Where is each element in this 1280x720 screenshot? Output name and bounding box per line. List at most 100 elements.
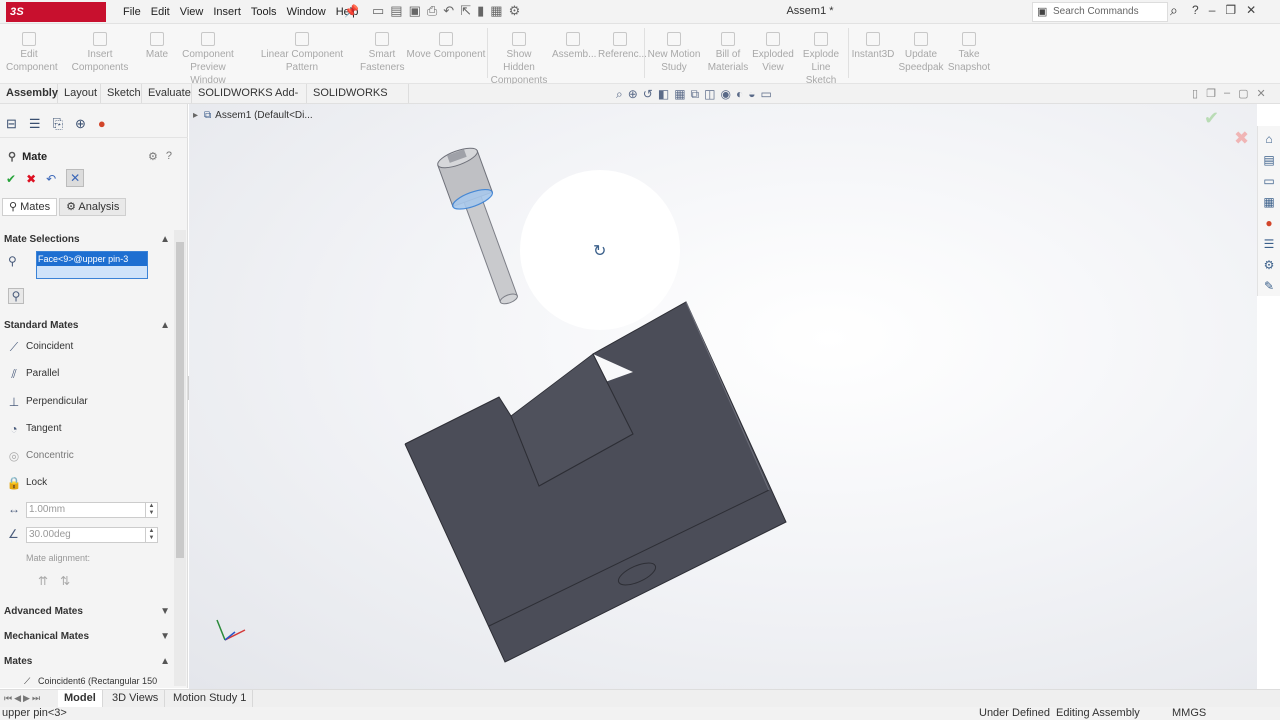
tab-3d-views[interactable]: 3D Views <box>106 690 166 707</box>
coincident-mate-button[interactable]: ⟋ Coincident <box>6 337 166 357</box>
distance-input[interactable]: 1.00mm ▲ ▼ <box>26 502 158 518</box>
solidworks-resources-icon[interactable]: ⚙ <box>1262 258 1276 272</box>
feature-manager-tab-icon[interactable]: ⊟ <box>6 116 17 137</box>
configuration-manager-tab-icon[interactable]: ⎘ <box>53 116 63 137</box>
close-icon[interactable]: ✕ <box>1246 3 1256 17</box>
display-manager-tab-icon[interactable]: ● <box>98 116 106 137</box>
lock-mate-button[interactable]: 🔒 Lock <box>6 473 166 493</box>
component-preview-window-button[interactable]: Component Preview Window <box>172 32 244 87</box>
tab-mates[interactable]: ⚲ Mates <box>2 198 58 216</box>
standard-mates-header[interactable]: Standard Mates ▲ <box>4 320 172 331</box>
menu-tools[interactable]: Tools <box>246 4 282 20</box>
entities-to-mate-listbox[interactable]: Face<9>@upper pin-3 <box>36 251 148 279</box>
assembly-features-button[interactable]: Assemb... <box>552 32 596 61</box>
angle-spinner[interactable]: ▲ ▼ <box>145 528 157 542</box>
doc-minimize-icon[interactable]: – <box>1224 87 1230 100</box>
linear-component-pattern-button[interactable]: Linear Component Pattern <box>246 32 358 74</box>
hide-show-items-icon[interactable]: ◉ <box>720 87 730 102</box>
new-document-icon[interactable]: ▭ <box>372 3 384 19</box>
angle-input[interactable]: 30.00deg ▲ ▼ <box>26 527 158 543</box>
view-orientation-icon[interactable]: ⧉ <box>691 87 700 102</box>
exploded-view-button[interactable]: Exploded View <box>752 32 794 74</box>
view-palette-icon[interactable]: ▦ <box>1262 195 1276 209</box>
perpendicular-mate-button[interactable]: ⊥ Perpendicular <box>6 392 166 412</box>
mates-header[interactable]: Mates ▲ <box>4 656 172 667</box>
tab-evaluate[interactable]: Evaluate <box>142 84 192 103</box>
section-view-icon[interactable]: ◧ <box>658 87 669 102</box>
tab-model[interactable]: Model <box>58 690 103 707</box>
zoom-to-fit-icon[interactable]: ⌕ <box>616 87 623 102</box>
mates-list-item[interactable]: ⟋ Coincident6 (Rectangular 150 x <box>10 674 160 700</box>
concentric-mate-button[interactable]: ◎ Concentric <box>6 446 166 466</box>
next-tab-icon[interactable]: ▶ <box>23 693 30 704</box>
zoom-to-area-icon[interactable]: ⊕ <box>628 87 638 102</box>
help-icon[interactable]: ? <box>1192 3 1199 17</box>
appearances-icon[interactable]: ● <box>1262 216 1276 230</box>
update-speedpak-button[interactable]: Update Speedpak <box>898 32 944 74</box>
restore-icon[interactable]: ❐ <box>1225 3 1236 17</box>
mate-selections-header[interactable]: Mate Selections ▲ <box>4 234 172 245</box>
home-icon[interactable]: ⌂ <box>1262 132 1276 146</box>
move-component-button[interactable]: Move Component <box>406 32 486 61</box>
menu-file[interactable]: File <box>118 4 146 20</box>
dynamic-annotation-icon[interactable]: ▦ <box>674 87 685 102</box>
previous-view-icon[interactable]: ↺ <box>643 87 653 102</box>
file-explorer-icon[interactable]: ▭ <box>1262 174 1276 188</box>
minimize-icon[interactable]: – <box>1209 3 1216 17</box>
property-manager-tab-icon[interactable]: ☰ <box>29 116 41 137</box>
new-motion-study-button[interactable]: New Motion Study <box>646 32 702 74</box>
open-folder-icon[interactable]: ▤ <box>390 3 402 19</box>
undo-icon[interactable]: ↶ <box>443 3 454 19</box>
display-style-icon[interactable]: ◫ <box>704 87 715 102</box>
pin-menu-icon[interactable]: 📌 <box>344 4 359 18</box>
tab-analysis[interactable]: ⚙ Analysis <box>59 198 127 216</box>
save-icon[interactable]: ▣ <box>409 3 421 19</box>
view-settings-icon[interactable]: ▭ <box>760 87 771 102</box>
instant3d-button[interactable]: Instant3D <box>850 32 896 61</box>
help-question-icon[interactable]: ? <box>166 150 172 163</box>
tab-motion-study-1[interactable]: Motion Study 1 <box>167 690 254 707</box>
first-tab-icon[interactable]: ⏮ <box>4 693 12 704</box>
edit-component-button[interactable]: Edit Component <box>6 32 58 74</box>
explode-line-sketch-button[interactable]: Explode Line Sketch <box>796 32 846 87</box>
tab-layout[interactable]: Layout <box>58 84 101 103</box>
tab-solidworks-add-ins[interactable]: SOLIDWORKS Add-Ins <box>192 84 307 118</box>
custom-properties-icon[interactable]: ☰ <box>1262 237 1276 251</box>
confirmation-cancel-icon[interactable]: ✖ <box>1234 128 1249 149</box>
design-library-icon[interactable]: ▤ <box>1262 153 1276 167</box>
distance-spinner[interactable]: ▲ ▼ <box>145 503 157 517</box>
parallel-mate-button[interactable]: ⫽ Parallel <box>6 364 166 384</box>
status-units[interactable]: MMGS <box>1172 707 1206 720</box>
menu-view[interactable]: View <box>175 4 209 20</box>
file-properties-icon[interactable]: ▦ <box>490 3 502 19</box>
edit-appearance-icon[interactable]: ◐ <box>736 87 743 102</box>
smart-fasteners-button[interactable]: Smart Fasteners <box>360 32 404 74</box>
options-gear-icon[interactable]: ⚙ <box>509 3 521 19</box>
rebuild-icon[interactable]: ▮ <box>477 3 484 19</box>
doc-close-icon[interactable]: ✕ <box>1256 87 1265 100</box>
mate-button[interactable]: Mate <box>144 32 170 61</box>
doc-restore-icon[interactable]: ❐ <box>1206 87 1216 100</box>
aligned-icon[interactable]: ⇈ <box>38 574 48 588</box>
undo-icon[interactable]: ↶ <box>46 172 56 187</box>
confirmation-ok-icon[interactable]: ✔ <box>1204 108 1219 129</box>
tab-assembly[interactable]: Assembly <box>0 84 58 103</box>
ok-check-icon[interactable]: ✔ <box>6 172 16 187</box>
menu-window[interactable]: Window <box>282 4 331 20</box>
show-hidden-components-button[interactable]: Show Hidden Components <box>490 32 548 87</box>
selected-entity[interactable]: Face<9>@upper pin-3 <box>37 252 147 266</box>
select-icon[interactable]: ⇱ <box>460 3 471 19</box>
cancel-x-icon[interactable]: ✖ <box>26 172 36 187</box>
doc-tile-icon[interactable]: ▯ <box>1192 87 1198 100</box>
search-icon[interactable]: ⌕ <box>1170 2 1178 19</box>
scrollbar-thumb[interactable] <box>176 242 184 558</box>
previous-tab-icon[interactable]: ◀ <box>14 693 21 704</box>
graphics-area[interactable]: ▸ ⧉ Assem1 (Default<Di... ↻ <box>189 104 1257 689</box>
print-icon[interactable]: ⎙ <box>427 3 437 19</box>
panel-scrollbar[interactable] <box>174 230 186 686</box>
bill-of-materials-button[interactable]: Bill of Materials <box>706 32 750 74</box>
mechanical-mates-header[interactable]: Mechanical Mates ▼ <box>4 631 172 642</box>
last-tab-icon[interactable]: ⏭ <box>32 693 40 704</box>
reference-geometry-button[interactable]: Referenc... <box>598 32 647 61</box>
apply-scene-icon[interactable]: ◒ <box>748 87 755 102</box>
